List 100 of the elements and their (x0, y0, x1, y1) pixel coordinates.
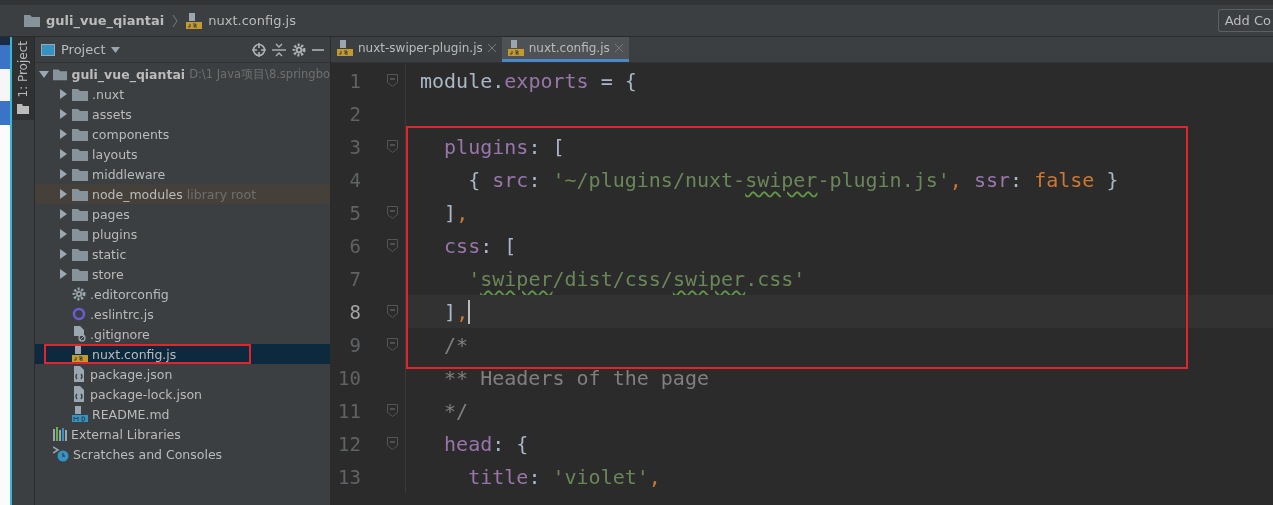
fold-marker-icon[interactable] (387, 140, 398, 153)
collapsed-arrow-icon[interactable] (58, 249, 68, 259)
fold-marker-icon[interactable] (387, 404, 398, 417)
collapsed-arrow-icon[interactable] (58, 229, 68, 239)
file-name: guli_vue_qiantai (71, 66, 186, 82)
text-cursor (468, 299, 471, 324)
crosshair-icon[interactable] (252, 42, 266, 57)
file-name: layouts (92, 146, 138, 162)
scratch-icon (53, 446, 69, 462)
tree-item[interactable]: .gitignore (35, 324, 330, 344)
line-number: 2 (348, 102, 361, 125)
file-name: node_modules (92, 186, 183, 202)
collapsed-arrow-icon[interactable] (58, 209, 68, 219)
json-file-icon (72, 366, 86, 382)
editor-tab[interactable]: nuxt-swiper-plugin.js (331, 37, 502, 62)
file-name: plugins (92, 226, 138, 242)
file-name: .editorconfig (90, 286, 169, 302)
fold-marker-icon[interactable] (387, 305, 398, 318)
tree-item[interactable]: .nuxt (35, 84, 330, 104)
file-name: middleware (92, 166, 166, 182)
code-line: */ (443, 398, 469, 423)
file-icon (72, 326, 86, 342)
tree-item[interactable]: .editorconfig (35, 284, 330, 304)
code-line: ], (443, 299, 469, 324)
line-number: 3 (348, 135, 361, 158)
fold-marker-icon[interactable] (387, 338, 398, 351)
tree-item[interactable]: static (35, 244, 330, 264)
file-name: assets (92, 106, 132, 122)
collapse-all-icon[interactable] (272, 42, 286, 57)
collapsed-arrow-icon[interactable] (58, 169, 68, 179)
line-number: 11 (337, 399, 361, 422)
folder-icon (72, 87, 88, 101)
collapsed-arrow-icon[interactable] (58, 269, 68, 279)
code-line: css: [ (443, 233, 517, 258)
close-icon[interactable] (487, 44, 496, 52)
line-number: 5 (348, 201, 361, 224)
project-tool-tab[interactable]: 1: Project (12, 37, 34, 120)
window-icon (41, 43, 55, 56)
code-line: module.exports = { (420, 68, 637, 93)
collapsed-arrow-icon[interactable] (58, 109, 68, 119)
fold-marker-icon[interactable] (387, 239, 398, 252)
collapsed-arrow-icon[interactable] (58, 189, 68, 199)
file-name: Scratches and Consoles (73, 446, 223, 462)
panel-title[interactable]: Project (61, 42, 106, 57)
folder-icon (72, 267, 88, 281)
tree-item[interactable]: nuxt.config.js (35, 344, 330, 364)
expanded-arrow-icon[interactable] (39, 69, 49, 79)
tree-item[interactable]: assets (35, 104, 330, 124)
js-file-icon (507, 40, 524, 56)
caret-icon[interactable] (111, 46, 121, 53)
code-line: ** Headers of the page (443, 365, 709, 390)
tree-item[interactable]: layouts (35, 144, 330, 164)
fold-marker-icon[interactable] (387, 206, 398, 219)
add-configuration-button[interactable]: Add Co (1217, 9, 1273, 32)
chevron-icon (172, 13, 179, 28)
folder-icon (72, 167, 88, 181)
code-line: { src: '~/plugins/nuxt-swiper-plugin.js', ssr: false } (467, 167, 1119, 192)
tree-item[interactable]: middleware (35, 164, 330, 184)
editor-tab[interactable]: nuxt.config.js (501, 37, 629, 62)
tree-item[interactable]: package-lock.json (35, 384, 330, 404)
fold-marker-icon[interactable] (387, 74, 398, 87)
tree-item[interactable]: package.json (35, 364, 330, 384)
tree-item[interactable]: components (35, 124, 330, 144)
settings-icon[interactable] (292, 42, 306, 57)
file-name: nuxt.config.js (92, 346, 177, 362)
collapsed-arrow-icon[interactable] (58, 89, 68, 99)
line-number: 12 (337, 432, 361, 455)
tree-item[interactable]: plugins (35, 224, 330, 244)
line-number: 8 (348, 300, 361, 323)
tree-item[interactable]: store (35, 264, 330, 284)
code-line: ], (443, 200, 469, 225)
file-name: components (92, 126, 170, 142)
folder-icon (72, 247, 88, 261)
breadcrumb-file[interactable]: nuxt.config.js (208, 13, 296, 28)
js-file-icon (186, 12, 203, 29)
code-line: plugins: [ (443, 134, 565, 159)
folder-icon (24, 14, 40, 27)
tree-item[interactable]: .eslintrc.js (35, 304, 330, 324)
fold-marker-icon[interactable] (387, 437, 398, 450)
folder-icon (17, 103, 29, 114)
folder-icon (72, 127, 88, 141)
folder-icon (72, 207, 88, 221)
tree-item[interactable]: External Libraries (35, 424, 330, 444)
line-number: 7 (348, 267, 361, 290)
folder-icon (53, 67, 68, 81)
tree-item[interactable]: Scratches and Consoles (35, 444, 330, 464)
collapsed-arrow-icon[interactable] (58, 129, 68, 139)
breadcrumb-project[interactable]: guli_vue_qiantai (46, 13, 165, 28)
code-line: head: { (443, 431, 529, 456)
file-name: pages (92, 206, 130, 222)
file-name: static (92, 246, 127, 262)
collapsed-arrow-icon[interactable] (58, 149, 68, 159)
file-name: README.md (92, 406, 170, 422)
ring-icon (72, 307, 86, 321)
tree-item[interactable]: pages (35, 204, 330, 224)
file-name: .gitignore (90, 326, 150, 342)
json-file-icon (72, 386, 86, 402)
library-icon (53, 427, 67, 441)
folder-icon (72, 187, 88, 201)
tree-item[interactable]: README.md (35, 404, 330, 424)
